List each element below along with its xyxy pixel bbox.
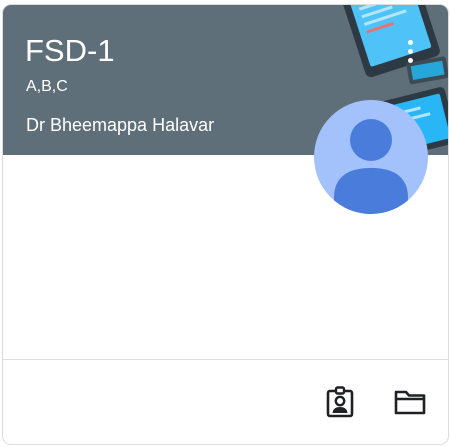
open-class-folder-button[interactable] (390, 382, 430, 422)
class-title-link[interactable]: FSD-1 (25, 33, 115, 69)
class-section: A,B,C (26, 78, 68, 95)
person-avatar-icon (334, 119, 408, 214)
open-your-work-button[interactable] (320, 382, 360, 422)
assignment-ind-icon (326, 386, 354, 418)
class-card[interactable]: FSD-1 A,B,C Dr Bheemappa Halavar (2, 4, 449, 445)
teacher-avatar (314, 100, 428, 214)
more-vert-icon (407, 39, 413, 45)
teacher-name: Dr Bheemappa Halavar (26, 115, 215, 135)
folder-icon (394, 390, 426, 415)
card-divider (3, 359, 448, 360)
more-options-button[interactable] (396, 33, 424, 69)
